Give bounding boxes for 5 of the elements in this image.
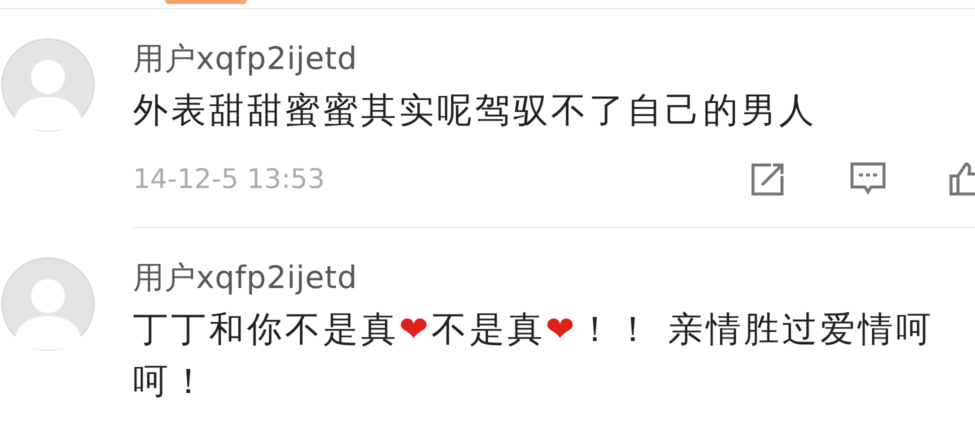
username[interactable]: 用户xqfp2ijetd (133, 256, 358, 300)
timestamp: 14-12-5 13:53 (133, 164, 326, 194)
comment-text: 丁丁和你不是真❤不是真❤！！ 亲情胜过爱情呵呵！ (133, 309, 935, 404)
username[interactable]: 用户xqfp2ijetd (133, 37, 358, 81)
comment-text: 外表甜甜蜜蜜其实呢驾驭不了自己的男人 (133, 90, 817, 133)
